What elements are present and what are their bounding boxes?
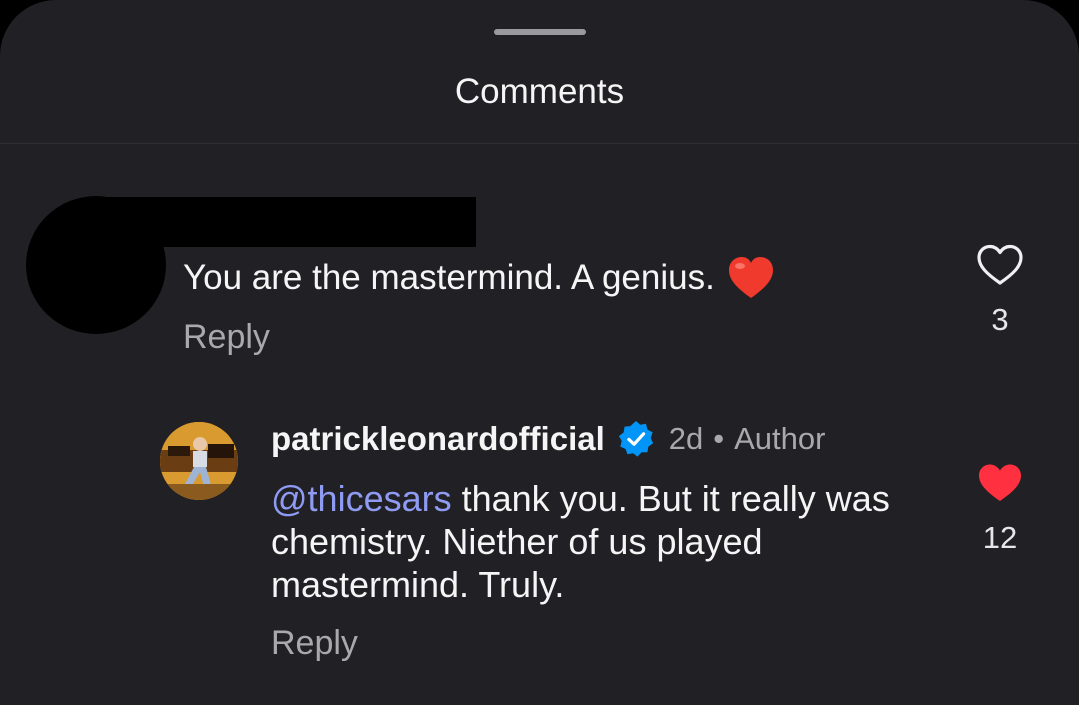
username[interactable]: patrickleonardofficial xyxy=(271,420,605,458)
comment-body: You are the mastermind. A genius. xyxy=(183,258,715,297)
avatar[interactable] xyxy=(160,422,238,500)
mention-link[interactable]: @thicesars xyxy=(271,478,452,519)
profile-photo xyxy=(160,422,238,500)
sheet-drag-handle[interactable] xyxy=(494,29,586,35)
meta-separator: • xyxy=(713,421,725,456)
sheet-title: Comments xyxy=(454,72,625,111)
comments-sheet: Comments You are the mastermind. A geniu… xyxy=(0,0,1079,705)
verified-badge-icon xyxy=(618,420,653,457)
heart-outline-icon[interactable] xyxy=(976,244,1024,286)
comment-text: You are the mastermind. A genius. xyxy=(183,256,775,300)
red-heart-emoji-icon xyxy=(728,257,773,298)
like-control: 12 xyxy=(970,462,1030,556)
like-control: 3 xyxy=(970,244,1030,338)
comment-header: patrickleonardofficial 2d • Author xyxy=(271,420,825,458)
reply-button[interactable]: Reply xyxy=(271,624,358,663)
heart-filled-icon[interactable] xyxy=(976,462,1024,504)
header-divider xyxy=(0,143,1079,144)
redacted-username xyxy=(90,197,476,247)
comment-time: 2d xyxy=(668,421,704,456)
like-count: 3 xyxy=(991,302,1009,337)
like-count: 12 xyxy=(982,520,1018,555)
comment-text: @thicesars thank you. But it really was … xyxy=(271,477,931,606)
author-label: Author xyxy=(734,421,826,456)
reply-button[interactable]: Reply xyxy=(183,318,270,357)
